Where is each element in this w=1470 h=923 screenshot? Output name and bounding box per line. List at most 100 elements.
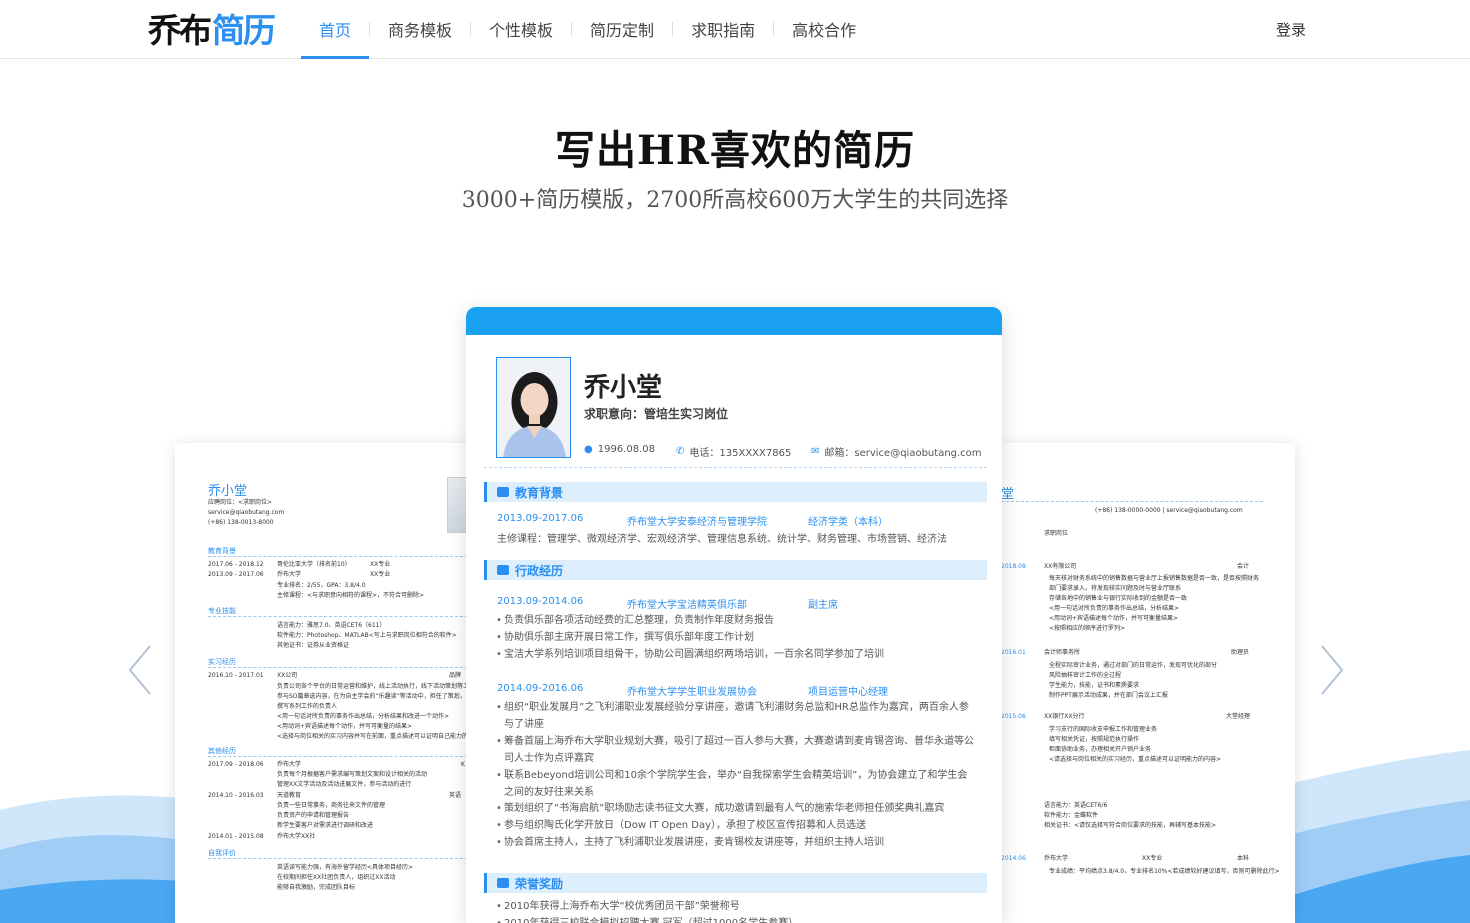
left-section-education: 教育背景 <box>208 546 468 557</box>
section-admin: 行政经历 <box>484 560 987 580</box>
resume-preview-left[interactable]: 乔小堂 应聘岗位：<求职岗位> service@qiaobutang.com (… <box>175 443 473 923</box>
right-row-major: XX专业 <box>1142 855 1163 862</box>
left-skill-line: 其他证书：证券从业资格证 <box>277 642 350 649</box>
briefcase-icon <box>497 565 509 575</box>
login-link[interactable]: 登录 <box>1276 19 1306 40</box>
admin-bullet: 筹备首届上海乔布大学职业规划大赛，吸引了超过一百人参与大赛，大赛邀请到麦肯锡咨询… <box>496 733 974 767</box>
left-other-line: 负责资产的申请和管理报告 <box>277 812 350 819</box>
main-nav: 首页 商务模板 个性模板 简历定制 求职指南 高校合作 <box>301 0 874 59</box>
section-title: 荣誉奖励 <box>515 876 564 891</box>
left-other-line: 负责一些日常事务，商务往来文件的管理 <box>277 802 386 809</box>
admin-bullet: 策划组织了“书海启航”职场励志读书征文大赛，成功邀请到最有人气的施索华老师担任颁… <box>496 800 974 817</box>
hero-subtitle: 3000+简历模版，2700所高校600万大学生的共同选择 <box>461 188 1009 213</box>
edu-courses: 主修课程：管理学、微观经济学、宏观经济学、管理信息系统、统计学、财务管理、市场营… <box>497 534 947 545</box>
right-line: 每天核对财务系统中的销售数据与营业厅上报销售数据是否一致，是否按照财务 <box>1049 575 1260 582</box>
left-intern-line: <用动词+宾语描述每个动作，并写可衡量的结果> <box>277 723 413 730</box>
left-self-line: 英语读写能力强，有海外留学经历<具体项目经历> <box>277 864 414 871</box>
mail-icon: ✉ <box>811 446 820 457</box>
site-header: 乔布 简历 首页 商务模板 个性模板 简历定制 求职指南 高校合作 登录 <box>0 0 1470 59</box>
card-top-bar <box>466 307 1002 335</box>
right-line: 相关证书：<请仅选择写符合岗位要求的技能，再辅写基本技能> <box>1044 822 1217 829</box>
resume-birth: ● 1996.08.08 <box>584 444 655 455</box>
left-intern-line: <用一句话对所负责的事务作出总结，分析结果和改进一个动作> <box>277 713 450 720</box>
left-other-org: 乔布大学 <box>277 761 302 768</box>
right-line: <用一句话对所负责的事务作出总结，分析结果> <box>1049 605 1180 612</box>
resume-intent: 求职意向：管培生实习岗位 <box>584 407 729 421</box>
person-icon: ● <box>584 444 593 455</box>
section-education: 教育背景 <box>484 482 987 502</box>
admin-bullet: 组织“职业发展月”之飞利浦职业发展经验分享讲座，邀请飞利浦财务总监和HR总监作为… <box>496 699 974 733</box>
nav-resume-custom[interactable]: 简历定制 <box>572 0 672 58</box>
award-bullet: 2010年获得上海乔布大学“校优秀团员干部”荣誉称号 <box>496 898 974 915</box>
left-intern-line: 参与SO篇章选内容，在为自主学会的“乐趣读”等活动中，担任了策划，执行 <box>277 693 473 700</box>
resume-preview-right[interactable]: 堂 (+86) 138-0000-0000 | service@qiaobuta… <box>997 443 1295 923</box>
right-line: <请选择与岗位相关的实习经历，重点描述可以证明能力的内容> <box>1049 756 1222 763</box>
resume-preview-main[interactable]: 乔小堂 求职意向：管培生实习岗位 ● 1996.08.08 ✆ 电话：135XX… <box>466 307 1002 923</box>
left-section-self: 自我评价 <box>208 848 468 859</box>
right-row-org: 会计师事务所 <box>1044 649 1081 656</box>
left-other-date: 2014.10 - 2016.03 <box>208 792 264 799</box>
chevron-right-icon[interactable] <box>1316 640 1346 700</box>
admin-role: 副主席 <box>808 600 838 611</box>
left-edu-major: XX专业 <box>370 561 391 568</box>
admin-role: 项目运营中心经理 <box>808 687 888 698</box>
edu-major: 经济学类（本科） <box>808 517 888 528</box>
admin-bullet: 参与组织陶氏化学开放日（Dow IT Open Day），承担了校区宣传招募和人… <box>496 817 974 834</box>
left-resume-intent: 应聘岗位：<求职岗位> <box>208 499 273 506</box>
section-awards: 荣誉奖励 <box>484 873 987 893</box>
left-resume-email: service@qiaobutang.com <box>208 509 285 516</box>
nav-home[interactable]: 首页 <box>301 0 370 59</box>
right-line: 学生能力，技能，证书和素质要求 <box>1049 682 1140 689</box>
nav-university-coop[interactable]: 高校合作 <box>774 0 874 58</box>
admin-bullet: 宝洁大学系列培训项目组骨干，协助公司圆满组织两场培训，一百余名同学参加了培训 <box>496 646 974 663</box>
site-logo[interactable]: 乔布 简历 <box>148 8 276 50</box>
award-bullet: 2010年获得三校联合模拟招聘大赛 冠军（超过1000名学生参赛） <box>496 915 974 923</box>
right-row-date: 2014.06 <box>1001 855 1026 862</box>
right-line: 专业成绩：平均绩点3.8/4.0，专业排名10%<若成绩较好建议填写，否则可删除… <box>1049 868 1280 875</box>
right-line: <用动词+宾语描述每个动作，并写可衡量结果> <box>1049 615 1179 622</box>
header-divider <box>484 467 987 468</box>
left-intern-line: 撰写系列工作的负责人 <box>277 703 338 710</box>
nav-job-guide[interactable]: 求职指南 <box>673 0 773 58</box>
right-line: 柜面协助业务，办理相关开户销户业务 <box>1049 746 1152 753</box>
right-line: 全程实际审计业务，通过对部门的日常运作，发现可优化的部分 <box>1049 662 1218 669</box>
right-line: 部门要求录入，将发现核实问题及时与营业厅联系 <box>1049 585 1182 592</box>
phone-icon: ✆ <box>676 446 685 457</box>
right-row-role: 助理员 <box>1231 649 1250 656</box>
left-resume-name: 乔小堂 <box>208 484 248 499</box>
chevron-left-icon[interactable] <box>126 640 156 700</box>
left-other-role: K <box>461 761 465 768</box>
resume-phone: ✆ 电话：135XXXX7865 <box>676 444 791 459</box>
section-title: 教育背景 <box>515 485 564 500</box>
right-row-date: 2016.01 <box>1001 649 1026 656</box>
left-other-line: 新学生要客户对需求进行调研和改进 <box>277 822 374 829</box>
resume-email-text: 邮箱：service@qiaobutang.com <box>824 448 982 459</box>
left-edu-school: 哥伦比亚大学（排名前10） <box>277 561 351 568</box>
left-edu-date: 2013.09 - 2017.06 <box>208 571 264 578</box>
resume-birth-text: 1996.08.08 <box>597 444 655 455</box>
left-self-line: 能够自我激励，完成团队目标 <box>277 884 356 891</box>
nav-personal-templates[interactable]: 个性模板 <box>471 0 571 58</box>
right-resume-name-fragment: 堂 <box>1001 487 1015 502</box>
left-intern-line: <选择与岗位相关的实习内容并写在前面，重点描述可以证明自己能力的内容> <box>277 733 473 740</box>
left-edu-line: 专业排名：2/55，GPA：3.8/4.0 <box>277 582 366 589</box>
left-other-date: 2014.01 - 2015.08 <box>208 833 264 840</box>
right-line: 语言能力：英语CET6/6 <box>1044 802 1108 809</box>
admin-period: 2013.09-2014.06 <box>497 596 584 607</box>
left-other-line: 管理XX文学活动及活动进展文件，参与活动的进行 <box>277 781 412 788</box>
right-row-role: 大堂经理 <box>1226 713 1251 720</box>
right-line: 风险抽样审计工作的全过程 <box>1049 672 1122 679</box>
left-intern-role: 品牌 <box>449 672 462 679</box>
left-other-line: 负责每个月根据客户需求编写策划文案和设计相关的活动 <box>277 771 428 778</box>
right-line: 学习支行的国际收支申报工作和管理业务 <box>1049 726 1158 733</box>
nav-business-templates[interactable]: 商务模板 <box>370 0 470 58</box>
left-section-skills: 专业技能 <box>208 606 468 617</box>
left-other-org: 天道教育 <box>277 792 302 799</box>
left-other-role: 英语 <box>449 792 462 799</box>
hero-title: 写出HR喜欢的简历 <box>554 127 916 174</box>
left-edu-school: 乔布大学 <box>277 571 302 578</box>
resume-photo <box>496 357 571 458</box>
admin-org: 乔布堂大学学生职业发展协会 <box>627 687 757 698</box>
admin-period: 2014.09-2016.06 <box>497 683 584 694</box>
right-row-date: 2018.08 <box>1001 563 1026 570</box>
